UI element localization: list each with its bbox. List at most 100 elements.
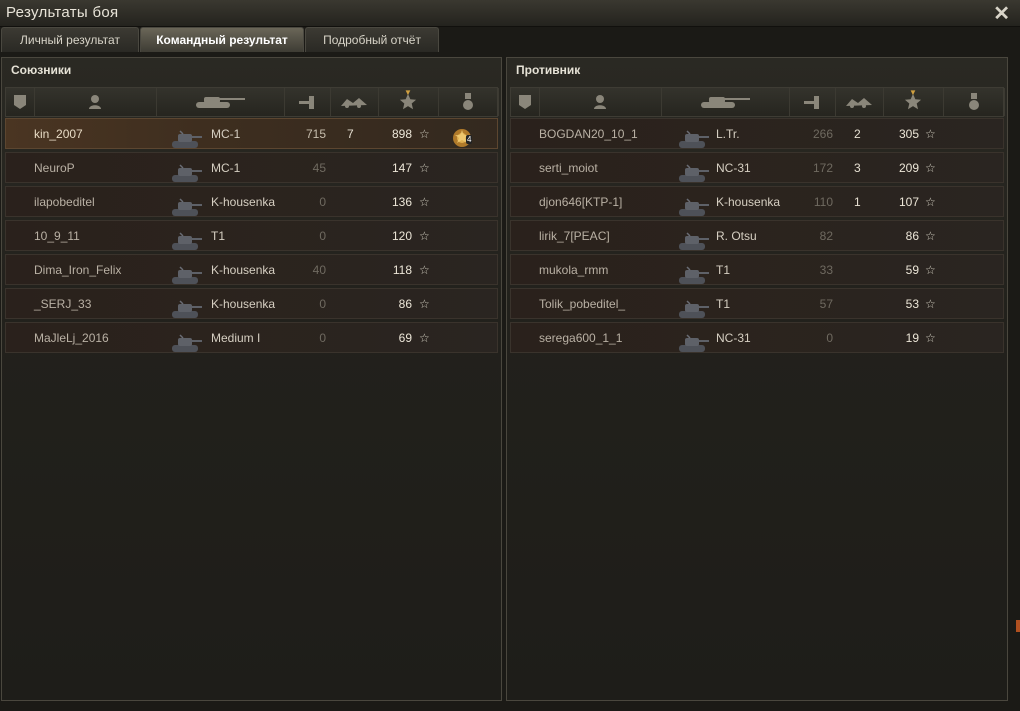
experience-value: 19 <box>905 331 919 345</box>
player-name[interactable]: Tolik_pobeditel_ <box>539 297 625 311</box>
column-experience[interactable]: ▼ <box>883 88 944 116</box>
player-row[interactable]: _SERJ_33 K-housenka 0 86 ☆ <box>5 288 498 319</box>
close-icon[interactable]: ✕ <box>993 1 1010 26</box>
experience-value: 69 <box>398 331 412 345</box>
experience-star-icon: ☆ <box>419 331 430 345</box>
experience-star-icon: ☆ <box>419 161 430 175</box>
tab-team-result[interactable]: Командный результат <box>140 27 304 52</box>
damage-value: 33 <box>819 263 833 277</box>
player-name[interactable]: kin_2007 <box>34 127 83 141</box>
column-kills[interactable] <box>330 88 379 116</box>
experience-star-icon: ☆ <box>925 161 936 175</box>
column-squad[interactable] <box>511 88 540 116</box>
column-vehicle[interactable] <box>156 88 285 116</box>
column-squad[interactable] <box>6 88 35 116</box>
experience-value: 59 <box>905 263 919 277</box>
tank-name: L.Tr. <box>716 127 740 141</box>
player-row[interactable]: serti_moiot NC-31 172 3 209 ☆ <box>510 152 1004 183</box>
tank-name: МС-1 <box>211 161 241 175</box>
damage-value: 110 <box>813 195 833 209</box>
tank-icon <box>677 331 711 358</box>
window-title: Результаты боя <box>6 4 119 21</box>
player-row[interactable]: mukola_rmm T1 33 59 ☆ <box>510 254 1004 285</box>
column-medal[interactable] <box>943 88 1005 116</box>
player-row[interactable]: kin_2007 МС-1 715 7 898 ☆ 4 <box>5 118 498 149</box>
experience-value: 136 <box>391 195 412 209</box>
tank-icon <box>677 229 711 256</box>
kills-value: 2 <box>854 127 861 141</box>
player-name[interactable]: ilapobeditel <box>34 195 95 209</box>
experience-star-icon: ☆ <box>419 229 430 243</box>
player-icon <box>88 94 102 110</box>
tank-icon <box>170 297 204 324</box>
player-row[interactable]: Tolik_pobeditel_ T1 57 53 ☆ <box>510 288 1004 319</box>
player-row[interactable]: ilapobeditel K-housenka 0 136 ☆ <box>5 186 498 217</box>
experience-value: 86 <box>905 229 919 243</box>
tab-personal-result[interactable]: Личный результат <box>1 27 139 52</box>
experience-star-icon: ☆ <box>925 195 936 209</box>
column-damage[interactable] <box>789 88 836 116</box>
player-row[interactable]: MaJleLj_2016 Medium I 0 69 ☆ <box>5 322 498 353</box>
experience-star-icon: ☆ <box>925 297 936 311</box>
kills-value: 7 <box>347 127 354 141</box>
enemies-title: Противник <box>516 63 581 77</box>
experience-value: 209 <box>898 161 919 175</box>
vehicle-icon <box>697 94 753 110</box>
experience-star-icon: ☆ <box>925 263 936 277</box>
allies-list: kin_2007 МС-1 715 7 898 ☆ 4 NeuroP МС-1 45 147 ☆ ila… <box>5 118 498 356</box>
damage-value: 266 <box>812 127 833 141</box>
damage-value: 172 <box>812 161 833 175</box>
experience-value: 86 <box>398 297 412 311</box>
column-player[interactable] <box>539 88 662 116</box>
player-name[interactable]: serti_moiot <box>539 161 598 175</box>
damage-value: 0 <box>319 331 326 345</box>
vehicle-icon <box>192 94 248 110</box>
player-name[interactable]: BOGDAN20_10_1 <box>539 127 638 141</box>
tank-name: T1 <box>716 297 731 311</box>
tab-bar: Личный результат Командный результат Под… <box>0 27 1020 53</box>
player-row[interactable]: 10_9_11 T1 0 120 ☆ <box>5 220 498 251</box>
tab-detailed-report[interactable]: Подробный отчёт <box>305 27 439 52</box>
player-row[interactable]: djon646[KTP-1] K-housenka 110 1 107 ☆ <box>510 186 1004 217</box>
tank-icon <box>677 195 711 222</box>
medal-icon <box>968 93 980 111</box>
damage-value: 0 <box>319 195 326 209</box>
player-name[interactable]: MaJleLj_2016 <box>34 331 109 345</box>
column-kills[interactable] <box>835 88 884 116</box>
player-name[interactable]: serega600_1_1 <box>539 331 622 345</box>
player-name[interactable]: mukola_rmm <box>539 263 608 277</box>
damage-value: 40 <box>312 263 326 277</box>
tank-name: K-housenka <box>716 195 781 209</box>
allies-title: Союзники <box>11 63 72 77</box>
player-row[interactable]: lirik_7[PEAC] R. Otsu 82 86 ☆ <box>510 220 1004 251</box>
experience-value: 53 <box>905 297 919 311</box>
player-row[interactable]: Dima_Iron_Felix K-housenka 40 118 ☆ <box>5 254 498 285</box>
damage-value: 0 <box>826 331 833 345</box>
tank-icon <box>677 161 711 188</box>
tank-name: Medium I <box>211 331 261 345</box>
column-medal[interactable] <box>438 88 499 116</box>
player-name[interactable]: _SERJ_33 <box>34 297 91 311</box>
player-name[interactable]: djon646[KTP-1] <box>539 195 622 209</box>
kills-value: 3 <box>854 161 861 175</box>
experience-star-icon: ☆ <box>419 297 430 311</box>
player-name[interactable]: 10_9_11 <box>34 229 80 243</box>
damage-value: 0 <box>319 297 326 311</box>
column-vehicle[interactable] <box>661 88 790 116</box>
player-row[interactable]: NeuroP МС-1 45 147 ☆ <box>5 152 498 183</box>
player-row[interactable]: BOGDAN20_10_1 L.Tr. 266 2 305 ☆ <box>510 118 1004 149</box>
player-name[interactable]: lirik_7[PEAC] <box>539 229 610 243</box>
tank-name: NC-31 <box>716 161 751 175</box>
scroll-edge-marker <box>1016 620 1020 632</box>
damage-value: 45 <box>312 161 326 175</box>
tank-name: NC-31 <box>716 331 751 345</box>
sort-indicator-icon: ▼ <box>404 88 412 97</box>
damage-value: 0 <box>319 229 326 243</box>
column-player[interactable] <box>34 88 157 116</box>
player-name[interactable]: NeuroP <box>34 161 75 175</box>
column-damage[interactable] <box>284 88 331 116</box>
player-name[interactable]: Dima_Iron_Felix <box>34 263 121 277</box>
player-row[interactable]: serega600_1_1 NC-31 0 19 ☆ <box>510 322 1004 353</box>
column-experience[interactable]: ▼ <box>378 88 439 116</box>
squad-icon <box>518 94 532 110</box>
